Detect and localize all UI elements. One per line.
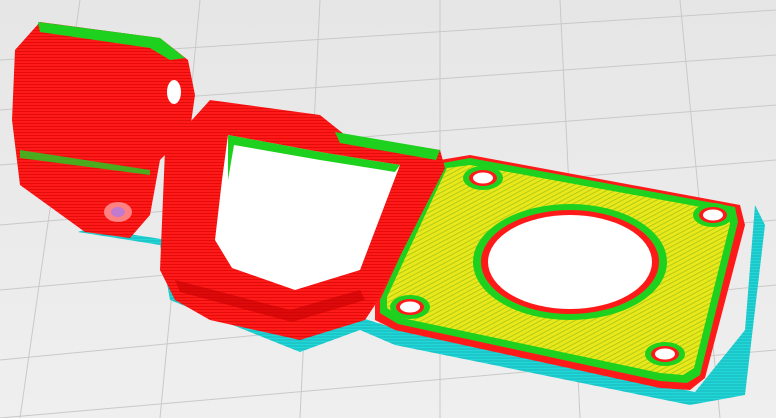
screw-hole-top-left <box>463 166 503 190</box>
toolpath-scene[interactable] <box>0 0 776 418</box>
screw-hole-bottom-right <box>645 342 685 366</box>
screw-hole-top-right <box>693 203 733 227</box>
layer-view-viewport[interactable] <box>0 0 776 418</box>
cylinder-hole <box>167 80 181 104</box>
screw-hole-bottom-left <box>390 295 430 319</box>
